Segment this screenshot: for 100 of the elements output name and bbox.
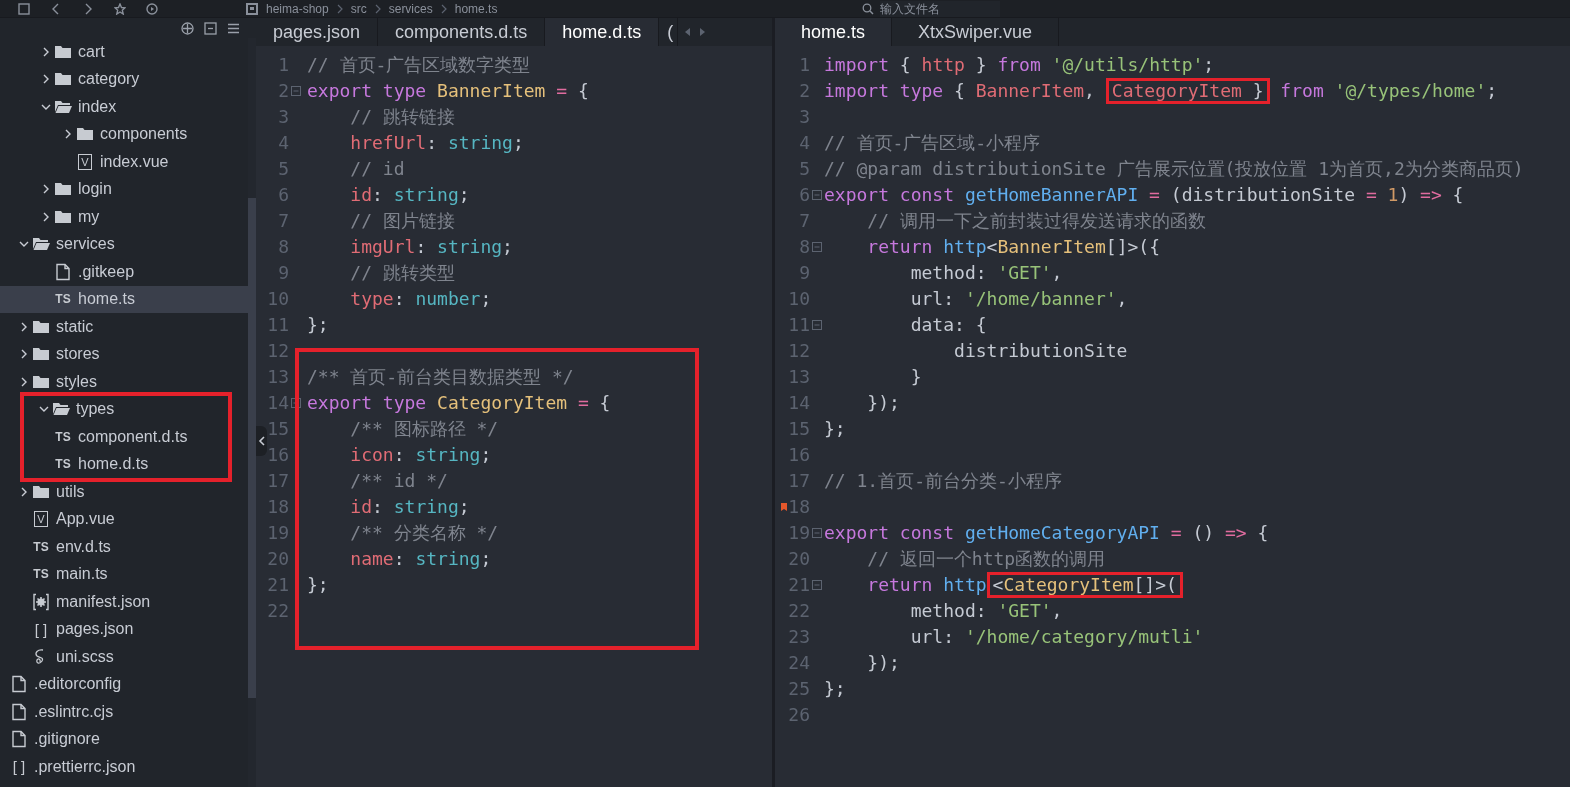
- code-line: id: string;: [349, 183, 471, 207]
- editor-tab[interactable]: (: [659, 18, 679, 46]
- tree-item[interactable]: TS env.d.ts: [0, 533, 248, 561]
- tree-item[interactable]: TS main.ts: [0, 560, 248, 588]
- scroll-right-icon[interactable]: [699, 27, 707, 37]
- breadcrumb-item[interactable]: heima-shop: [266, 1, 329, 16]
- fold-icon[interactable]: [291, 398, 301, 408]
- tree-item[interactable]: stores: [0, 340, 248, 368]
- line-number: 25: [788, 677, 810, 701]
- editor-tab[interactable]: home.d.ts: [545, 18, 660, 46]
- line-number: 6: [799, 183, 810, 207]
- scroll-left-icon[interactable]: [684, 27, 692, 37]
- code-line: };: [824, 677, 847, 701]
- file-icon: [54, 262, 72, 281]
- settings-file-icon: [32, 592, 50, 611]
- code-line: // 首页-广告区域-小程序: [824, 131, 1042, 155]
- scrollbar-thumb[interactable]: [248, 198, 256, 698]
- tree-item[interactable]: my: [0, 203, 248, 231]
- target-icon[interactable]: [181, 21, 194, 35]
- star-icon[interactable]: [114, 2, 126, 15]
- line-number: 6: [278, 183, 289, 207]
- fold-icon[interactable]: [812, 242, 822, 252]
- typescript-file-icon: TS: [55, 292, 71, 307]
- tree-item[interactable]: [ ] pages.json: [0, 615, 248, 643]
- line-number: 14: [788, 391, 810, 415]
- code-line: url: '/home/banner',: [909, 287, 1129, 311]
- line-number: 1: [278, 53, 289, 77]
- code-line: data: {: [909, 313, 988, 337]
- code-line: /** 首页-前台类目数据类型 */: [307, 365, 575, 389]
- line-number: 11: [788, 313, 810, 337]
- tree-item[interactable]: .eslintrc.cjs: [0, 698, 248, 726]
- editor-tab[interactable]: pages.json: [256, 18, 379, 46]
- tree-item[interactable]: index: [0, 93, 248, 121]
- line-number: 7: [278, 209, 289, 233]
- tree-item[interactable]: cart: [0, 38, 248, 66]
- breadcrumb-item[interactable]: services: [388, 1, 433, 16]
- code-line: export type CategoryItem = {: [307, 391, 612, 415]
- code-line: // 跳转类型: [349, 261, 456, 285]
- code-line: // 1.首页-前台分类-小程序: [824, 469, 1063, 493]
- fold-icon[interactable]: [812, 320, 822, 330]
- typescript-file-icon: TS: [33, 539, 49, 554]
- play-circle-icon[interactable]: [146, 2, 158, 15]
- fold-icon[interactable]: [812, 190, 822, 200]
- line-number: 16: [788, 443, 810, 467]
- tree-item[interactable]: V index.vue: [0, 148, 248, 176]
- code-line: };: [307, 573, 330, 597]
- line-number: 10: [267, 287, 289, 311]
- line-number: 5: [799, 157, 810, 181]
- line-number: 5: [278, 157, 289, 181]
- fold-icon[interactable]: [812, 528, 822, 538]
- tree-item[interactable]: services: [0, 230, 248, 258]
- json-file-icon: [ ]: [34, 620, 48, 638]
- tree-item[interactable]: components: [0, 120, 248, 148]
- code-line: /** 图标路径 */: [349, 417, 500, 441]
- line-number: 12: [788, 339, 810, 363]
- tree-item[interactable]: static: [0, 313, 248, 341]
- fold-icon[interactable]: [812, 580, 822, 590]
- code-line: export type BannerItem = {: [307, 79, 590, 103]
- code-line: });: [866, 391, 901, 415]
- file-search-field[interactable]: 输入文件名: [880, 0, 1000, 17]
- line-number: 10: [788, 287, 810, 311]
- breadcrumb-item[interactable]: home.ts: [454, 1, 498, 16]
- line-number: 26: [788, 703, 810, 727]
- code-line: // 返回一个http函数的调用: [866, 547, 1107, 571]
- editor-tab[interactable]: home.ts: [775, 18, 893, 46]
- code-line: icon: string;: [349, 443, 493, 467]
- line-number: 15: [267, 417, 289, 441]
- tree-item[interactable]: V App.vue: [0, 505, 248, 533]
- menu-icon[interactable]: [227, 21, 240, 35]
- code-line: // id: [349, 157, 406, 181]
- tree-item[interactable]: login: [0, 175, 248, 203]
- collapse-all-icon[interactable]: [204, 21, 217, 35]
- project-icon: [246, 2, 258, 15]
- tree-item[interactable]: category: [0, 65, 248, 93]
- tree-item[interactable]: .gitignore: [0, 725, 248, 753]
- line-number: 8: [278, 235, 289, 259]
- tree-item[interactable]: TS home.d.ts: [0, 450, 228, 478]
- json-file-icon: [ ]: [12, 758, 26, 776]
- tree-item[interactable]: TS home.ts: [0, 285, 248, 313]
- tree-item[interactable]: utils: [0, 478, 248, 506]
- collapse-sidebar-button[interactable]: [256, 426, 267, 456]
- tree-item[interactable]: styles: [0, 368, 248, 396]
- file-icon: [10, 702, 28, 721]
- tree-item[interactable]: uni.scss: [0, 643, 248, 671]
- tree-item[interactable]: manifest.json: [0, 588, 248, 616]
- tree-item[interactable]: .gitkeep: [0, 258, 248, 286]
- code-line: method: 'GET',: [909, 599, 1064, 623]
- tree-item[interactable]: .editorconfig: [0, 670, 248, 698]
- breadcrumb-item[interactable]: src: [350, 1, 367, 16]
- editor-tab[interactable]: XtxSwiper.vue: [892, 18, 1060, 46]
- tree-item[interactable]: [ ] .prettierrc.json: [0, 753, 248, 781]
- code-line: url: '/home/category/mutli': [909, 625, 1205, 649]
- window-icon[interactable]: [18, 2, 30, 15]
- code-line: /** id */: [349, 469, 449, 493]
- line-number: 22: [267, 599, 289, 623]
- tree-item[interactable]: TS component.d.ts: [0, 423, 228, 451]
- tree-item[interactable]: types: [0, 395, 228, 423]
- fold-icon[interactable]: [291, 86, 301, 96]
- line-number: 4: [278, 131, 289, 155]
- code-line: };: [307, 313, 330, 337]
